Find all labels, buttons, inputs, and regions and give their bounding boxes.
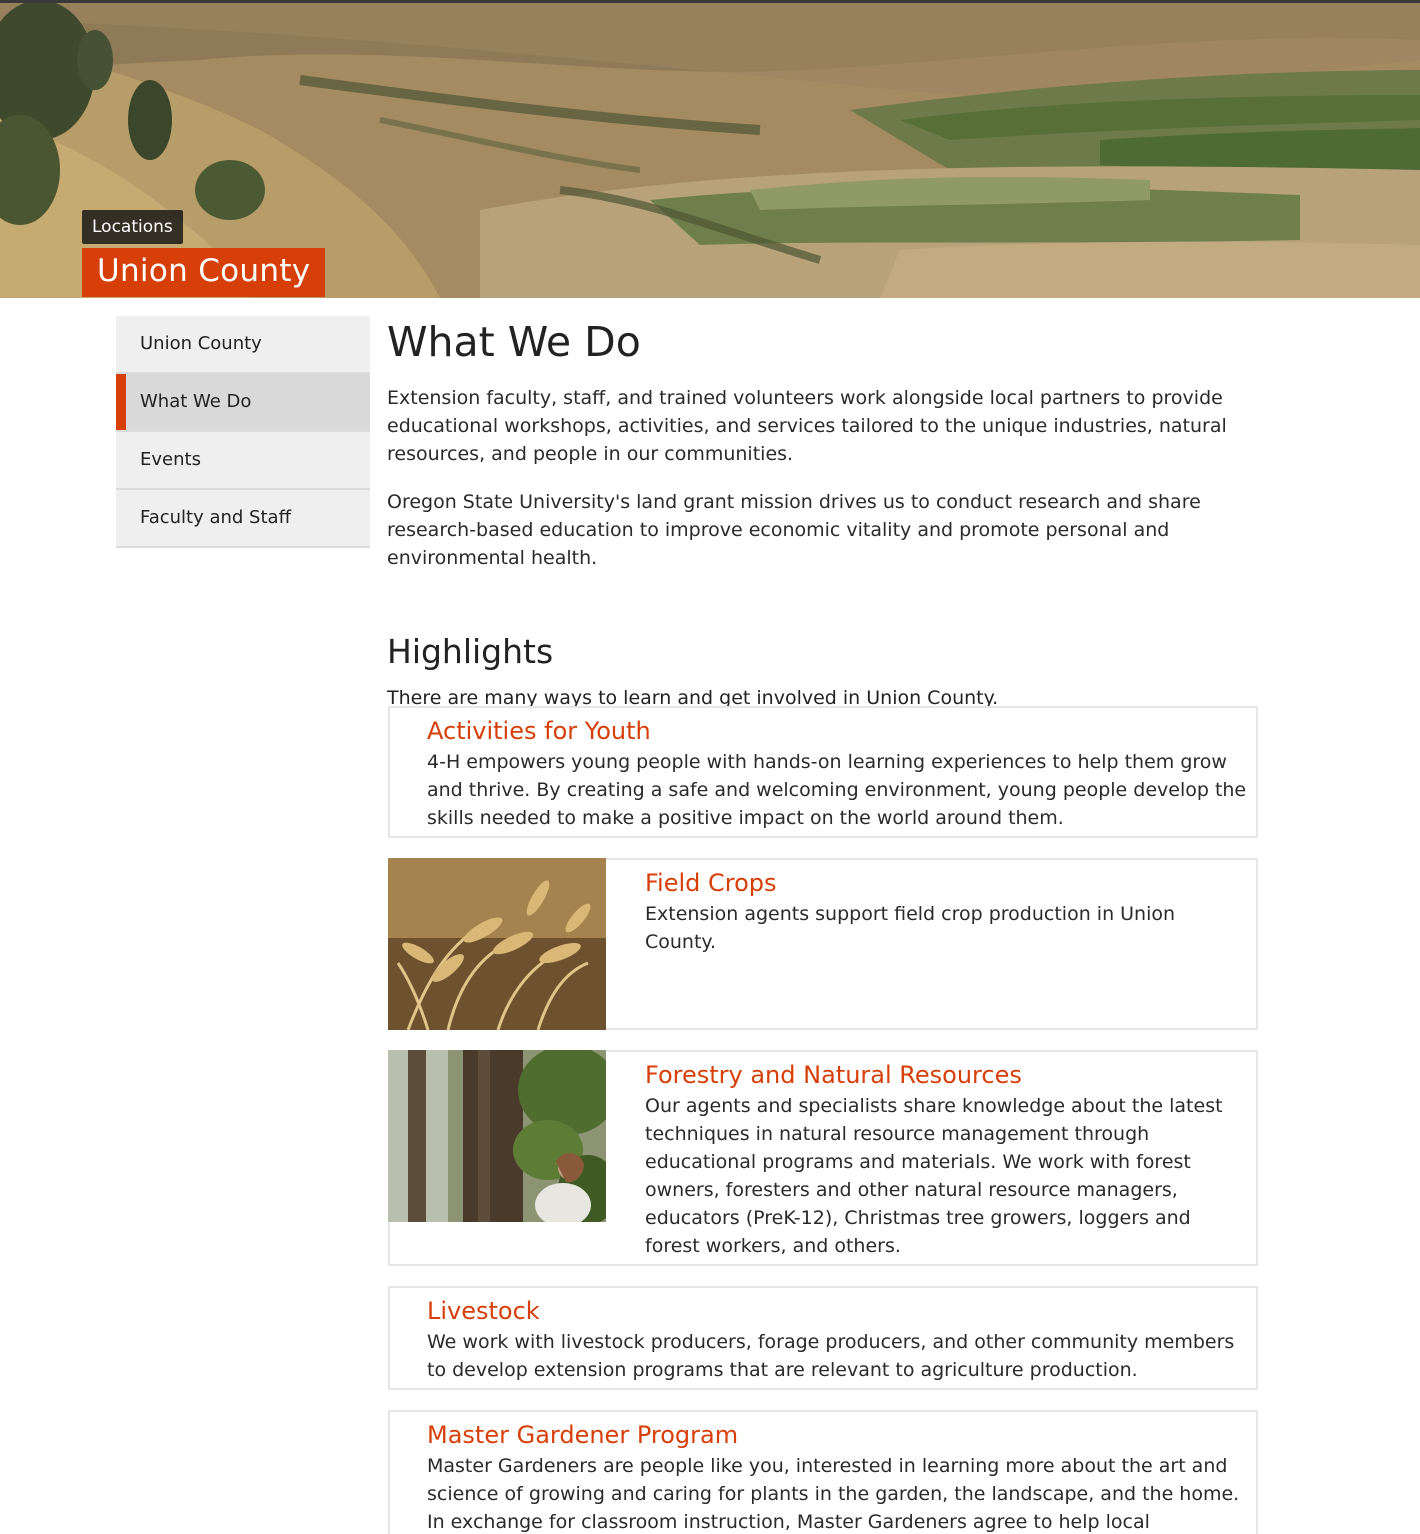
sidebar-item-faculty-and-staff[interactable]: Faculty and Staff: [116, 490, 370, 548]
card-description: Master Gardeners are people like you, in…: [427, 1455, 1240, 1533]
sidebar-item-union-county[interactable]: Union County: [116, 316, 370, 374]
forest-image: [388, 1050, 606, 1222]
main-content: What We Do Extension faculty, staff, and…: [387, 316, 1259, 712]
page-title: What We Do: [387, 318, 641, 366]
breadcrumb-locations[interactable]: Locations: [82, 210, 183, 244]
wheat-image: [388, 858, 606, 1030]
sidebar-item-what-we-do[interactable]: What We Do: [116, 374, 370, 432]
card-description: Extension agents support field crop prod…: [645, 903, 1176, 953]
intro-text: Extension faculty, staff, and trained vo…: [387, 384, 1259, 572]
card-title[interactable]: Field Crops: [645, 868, 1250, 898]
card-description: Our agents and specialists share knowled…: [645, 1095, 1223, 1257]
hero-banner: Locations Union County: [0, 0, 1420, 298]
page-header-title: Union County: [82, 248, 326, 297]
card-title[interactable]: Forestry and Natural Resources: [645, 1060, 1250, 1090]
sidebar-nav: Union County What We Do Events Faculty a…: [116, 316, 370, 548]
card-title[interactable]: Livestock: [427, 1296, 1247, 1326]
highlights-heading: Highlights: [387, 632, 554, 671]
highlight-card-youth[interactable]: Activities for Youth 4-H empowers young …: [388, 706, 1258, 838]
highlight-card-forestry[interactable]: Forestry and Natural Resources Our agent…: [388, 1050, 1258, 1266]
sidebar-item-events[interactable]: Events: [116, 432, 370, 490]
intro-paragraph: Extension faculty, staff, and trained vo…: [387, 387, 1227, 465]
card-title[interactable]: Master Gardener Program: [427, 1420, 1247, 1450]
highlight-card-field-crops[interactable]: Field Crops Extension agents support fie…: [388, 858, 1258, 1030]
card-title[interactable]: Activities for Youth: [427, 716, 1247, 746]
card-description: 4-H empowers young people with hands-on …: [427, 751, 1247, 829]
card-description: We work with livestock producers, forage…: [427, 1331, 1235, 1381]
intro-paragraph: Oregon State University's land grant mis…: [387, 491, 1201, 569]
highlight-card-master-gardener[interactable]: Master Gardener Program Master Gardeners…: [388, 1410, 1258, 1534]
highlight-card-livestock[interactable]: Livestock We work with livestock produce…: [388, 1286, 1258, 1390]
